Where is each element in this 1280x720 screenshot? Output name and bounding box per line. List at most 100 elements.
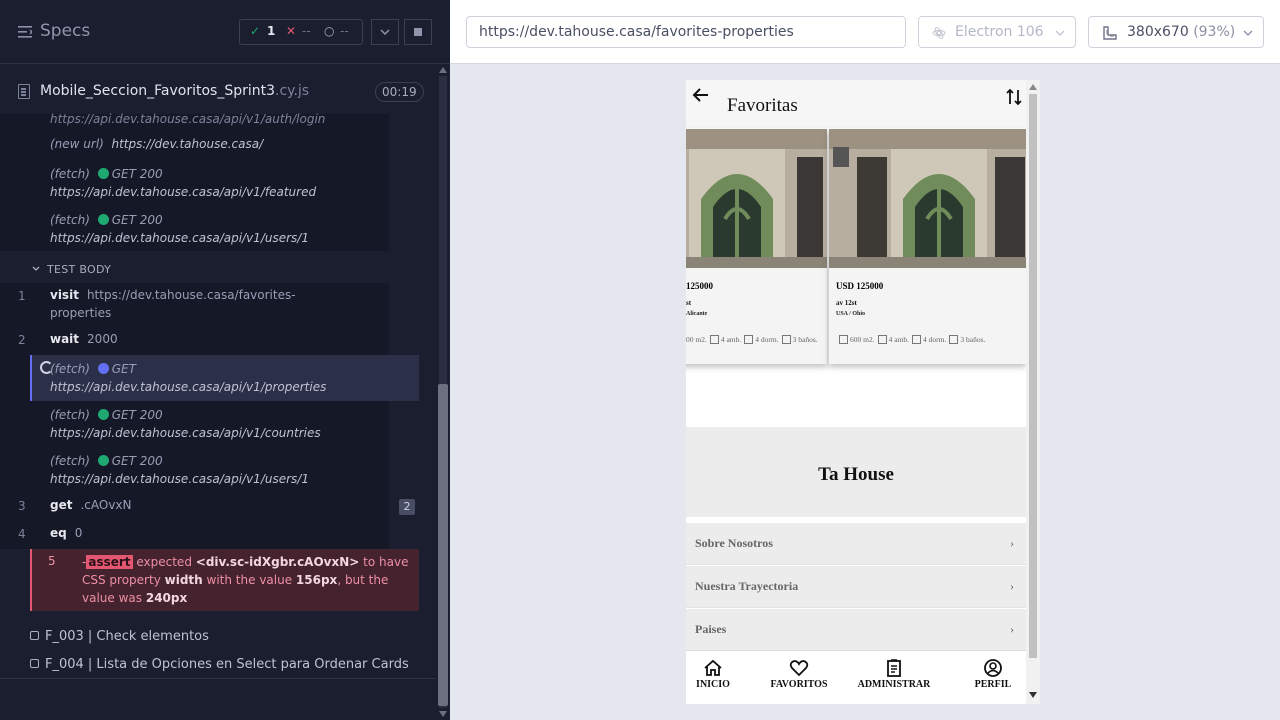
test-item-f004[interactable]: F_004 | Lista de Opciones en Select para… bbox=[30, 657, 409, 672]
command-get[interactable]: get .cAOvxN bbox=[50, 496, 132, 514]
chevron-down-icon bbox=[32, 266, 40, 271]
spec-file-name[interactable]: Mobile_Seccion_Favoritos_Sprint3.cy.js bbox=[40, 83, 309, 99]
bottom-nav: INICIO FAVORITOS ADMINISTRAR PERFIL bbox=[686, 650, 1026, 704]
log-entry-new-url[interactable]: (new url) https://dev.tahouse.casa/ bbox=[50, 135, 263, 153]
log-entry-fetch-user[interactable]: (fetch) GET 200 https://api.dev.tahouse.… bbox=[50, 452, 309, 488]
command-wait[interactable]: wait 2000 bbox=[50, 330, 118, 348]
command-log-panel: Specs ✓ 1 ✕ -- ○ -- Mobile_Seccion_Favor… bbox=[0, 0, 450, 720]
log-entry-fetch-featured[interactable]: (fetch) GET 200 https://api.dev.tahouse.… bbox=[50, 165, 316, 201]
viewport-zoom: (93%) bbox=[1193, 24, 1236, 40]
property-card[interactable]: 125000 st Alicante 00 m2. 4 amb. 4 dorm. 3 … bbox=[686, 129, 827, 364]
browser-selector[interactable]: Electron 106 bbox=[918, 16, 1076, 48]
pending-count: -- bbox=[340, 24, 349, 38]
command-log-scrollbar[interactable] bbox=[436, 64, 450, 720]
aut-header: https://dev.tahouse.casa/favorites-prope… bbox=[450, 0, 1280, 64]
card-address: st bbox=[686, 299, 692, 307]
sort-icon[interactable] bbox=[1006, 88, 1022, 106]
scrollbar-thumb[interactable] bbox=[438, 384, 448, 706]
card-price: USD 125000 bbox=[836, 281, 884, 291]
chevron-right-icon: › bbox=[1010, 536, 1014, 550]
scroll-down-icon bbox=[1029, 692, 1037, 698]
status-dot-icon bbox=[97, 363, 109, 374]
stop-icon bbox=[414, 28, 422, 36]
x-icon: ✕ bbox=[286, 24, 297, 38]
chevron-down-icon bbox=[380, 29, 390, 36]
nav-administrar[interactable]: ADMINISTRAR bbox=[856, 659, 932, 690]
card-price: 125000 bbox=[686, 281, 713, 291]
command-number: 3 bbox=[18, 499, 26, 513]
clipboard-icon bbox=[887, 659, 901, 677]
browser-name: Electron 106 bbox=[955, 24, 1044, 40]
bath-icon bbox=[949, 335, 959, 344]
card-features: 600 m2. 4 amb. 4 dorm. 3 baños. bbox=[836, 335, 985, 344]
home-icon bbox=[704, 659, 722, 676]
failed-count: -- bbox=[302, 24, 311, 38]
scrollbar-thumb[interactable] bbox=[1029, 94, 1037, 658]
divider bbox=[0, 678, 436, 679]
chevron-right-icon: › bbox=[1010, 622, 1014, 636]
status-dot-icon bbox=[97, 168, 109, 179]
card-location: Alicante bbox=[686, 311, 708, 317]
bath-icon bbox=[781, 335, 791, 344]
checkbox-icon bbox=[30, 631, 39, 640]
back-arrow-icon[interactable] bbox=[692, 87, 710, 103]
nav-inicio[interactable]: INICIO bbox=[696, 659, 730, 690]
card-features: 00 m2. 4 amb. 4 dorm. 3 baños. bbox=[686, 335, 818, 344]
chevron-down-button[interactable] bbox=[371, 19, 399, 45]
command-number: 1 bbox=[18, 289, 26, 303]
heart-icon bbox=[789, 660, 809, 677]
nav-favoritos[interactable]: FAVORITOS bbox=[770, 659, 828, 690]
spec-file-header: Mobile_Seccion_Favoritos_Sprint3.cy.js 0… bbox=[0, 72, 430, 112]
log-entry-fetch-properties[interactable]: (fetch) GET https://api.dev.tahouse.casa… bbox=[50, 360, 326, 396]
chevron-down-icon bbox=[1243, 30, 1253, 36]
user-icon bbox=[984, 659, 1002, 677]
card-address: av 12st bbox=[836, 299, 857, 307]
specs-list-icon[interactable] bbox=[18, 25, 32, 39]
command-number: 4 bbox=[18, 527, 26, 541]
spec-duration: 00:19 bbox=[375, 82, 424, 102]
command-eq[interactable]: eq 0 bbox=[50, 524, 82, 542]
check-icon: ✓ bbox=[250, 24, 261, 38]
status-dot-icon bbox=[97, 214, 109, 225]
accordion-nuestra-trayectoria[interactable]: Nuestra Trayectoria › bbox=[686, 566, 1026, 608]
accordion-sobre-nosotros[interactable]: Sobre Nosotros › bbox=[686, 523, 1026, 565]
bed-icon bbox=[744, 335, 754, 344]
stop-button[interactable] bbox=[404, 19, 432, 45]
property-photo bbox=[686, 129, 827, 268]
log-entry-fetch-countries[interactable]: (fetch) GET 200 https://api.dev.tahouse.… bbox=[50, 406, 321, 442]
scroll-up-icon bbox=[1029, 84, 1037, 90]
chevron-right-icon: › bbox=[1010, 579, 1014, 593]
scroll-down-icon bbox=[439, 711, 447, 717]
log-entry-fetch-user[interactable]: (fetch) GET 200 https://api.dev.tahouse.… bbox=[50, 211, 309, 247]
electron-icon bbox=[932, 27, 946, 39]
passed-count: 1 bbox=[267, 24, 276, 38]
bed-icon bbox=[912, 335, 922, 344]
command-visit[interactable]: visit https://dev.tahouse.casa/favorites-… bbox=[50, 286, 296, 322]
command-number: 5 bbox=[48, 554, 56, 568]
log-entry-login[interactable]: https://api.dev.tahouse.casa/api/v1/auth… bbox=[50, 110, 325, 128]
specs-title[interactable]: Specs bbox=[40, 21, 90, 41]
viewport-size: 380x670 bbox=[1127, 24, 1189, 40]
assert-error-row[interactable]: 5 - assert expected <div.sc-idXgbr.cAOvxN… bbox=[30, 549, 419, 611]
status-dot-icon bbox=[97, 409, 109, 420]
checkbox-icon bbox=[30, 659, 39, 668]
status-dot-icon bbox=[97, 455, 109, 466]
nav-perfil[interactable]: PERFIL bbox=[974, 659, 1012, 690]
page-title: Favoritas bbox=[727, 95, 798, 116]
url-bar[interactable]: https://dev.tahouse.casa/favorites-prope… bbox=[466, 16, 906, 48]
test-body-label[interactable]: TEST BODY bbox=[47, 263, 111, 276]
property-card[interactable]: USD 125000 av 12st USA / Ohio 600 m2. 4 a… bbox=[829, 129, 1026, 364]
chevron-down-icon bbox=[1055, 30, 1065, 36]
element-count-badge: 2 bbox=[399, 499, 415, 515]
accordion-paises[interactable]: Paises › bbox=[686, 609, 1026, 651]
card-location: USA / Ohio bbox=[836, 311, 866, 317]
app-scrollbar[interactable] bbox=[1026, 80, 1040, 704]
area-icon bbox=[839, 335, 848, 344]
viewport-selector[interactable]: 380x670 (93%) bbox=[1088, 16, 1264, 48]
test-item-f003[interactable]: F_003 | Check elementos bbox=[30, 629, 209, 644]
footer-brand: Ta House bbox=[818, 464, 894, 485]
app-viewport: Favoritas 125000 st Alicante 00 m2. 4 amb… bbox=[686, 80, 1040, 704]
command-number: 2 bbox=[18, 333, 26, 347]
property-photo bbox=[829, 129, 1026, 268]
runner-header: Specs ✓ 1 ✕ -- ○ -- bbox=[0, 0, 450, 64]
